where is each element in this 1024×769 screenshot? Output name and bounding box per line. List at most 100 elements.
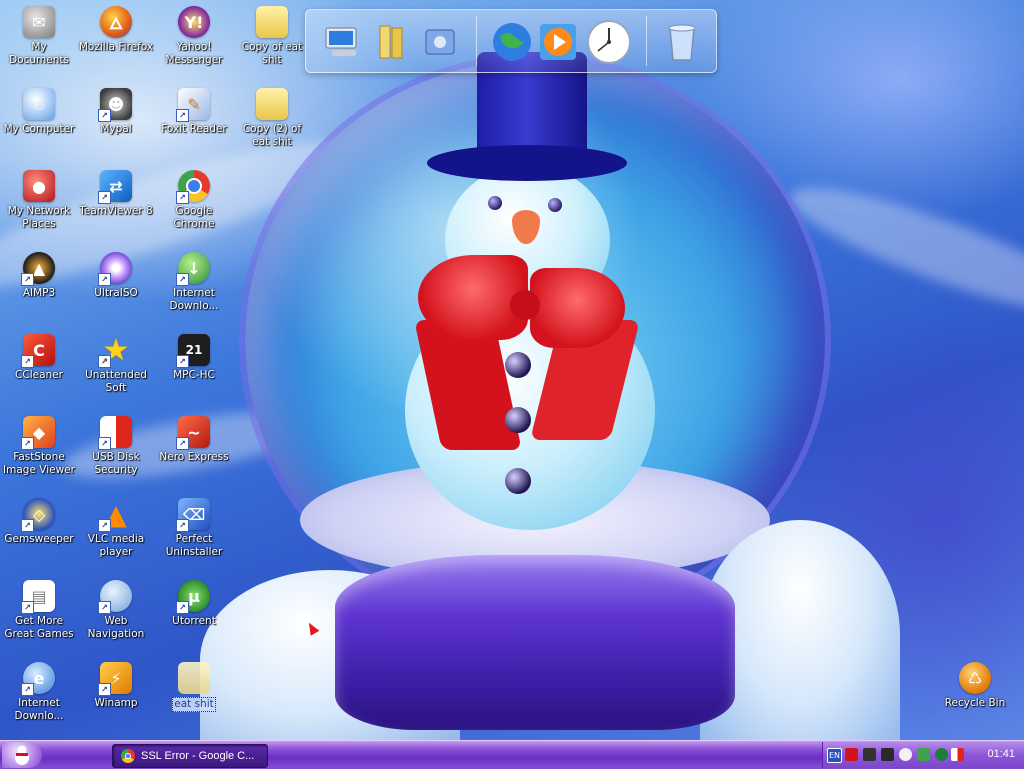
desktop-icon-aimp3[interactable]: ▲ ↗ AIMP3 [0,250,78,300]
desktop-icon-mpc-hc[interactable]: 21 ↗ MPC-HC [155,332,233,382]
icon-label: Winamp [94,697,138,709]
start-snowman-icon [15,745,29,765]
desktop-icon-get-more-games[interactable]: ▤ ↗ Get More Great Games [0,578,78,641]
desktop-icon-foxit-reader[interactable]: ✎ ↗ Foxit Reader [155,86,233,136]
folder-icon [256,88,288,120]
snowman-button [505,407,531,433]
dock-my-computer[interactable] [320,20,364,64]
vlc-icon: ▲ ↗ [98,498,132,532]
icon-label: Mypal [100,123,132,135]
desktop-icon-recycle-bin[interactable]: ♺ Recycle Bin [936,660,1014,710]
snowman-eye [548,198,562,212]
dock-separator [646,16,647,66]
taskbar: SSL Error - Google C... EN 01:41 [0,740,1024,769]
desktop-icon-yahoo-messenger[interactable]: Y! Yahoo! Messenger [155,4,233,67]
uninstaller-icon: ⌫ ↗ [176,498,210,532]
desktop-icon-firefox[interactable]: 🜂 Mozilla Firefox [77,4,155,54]
icon-label: My Network Places [7,205,71,230]
bow-knot [510,290,540,320]
documents-icon [379,25,403,59]
language-indicator[interactable]: EN [827,748,842,763]
security-tray-icon[interactable] [935,748,948,761]
desktop-icon-faststone[interactable]: ◆ ↗ FastStone Image Viewer [0,414,78,477]
desktop-icon-internet-download[interactable]: ↓ ↗ Internet Downlo... [155,250,233,313]
icon-label: eat shit [172,697,216,712]
utorrent-tray-icon[interactable] [917,748,930,761]
desktop-icon-teamviewer[interactable]: ⇄ ↗ TeamViewer 8 [77,168,155,218]
icon-label: FastStone Image Viewer [3,451,75,476]
desktop-icon-vlc[interactable]: ▲ ↗ VLC media player [77,496,155,559]
desktop-icon-ultraiso[interactable]: ↗ UltraISO [77,250,155,300]
download-manager-tray-icon[interactable] [845,748,858,761]
dock-media-player[interactable] [536,20,580,64]
icon-label: Copy of eat shit [241,41,303,66]
desktop-icon-nero-express[interactable]: ~ ↗ Nero Express [155,414,233,464]
dock-separator [476,16,477,66]
desktop-icon-my-documents[interactable]: ✉ My Documents [0,4,78,67]
firefox-icon: 🜂 [100,6,132,38]
recycle-bin-icon: ♺ [959,662,991,694]
ultraiso-icon: ↗ [98,252,132,286]
desktop-icon-my-network-places[interactable]: ● My Network Places [0,168,78,231]
taskbar-window-chrome[interactable]: SSL Error - Google C... [112,744,268,768]
internet-download-manager-icon: e ↗ [21,662,55,696]
desktop-icon-winamp[interactable]: ⚡ ↗ Winamp [77,660,155,710]
icon-label: Mozilla Firefox [78,41,154,53]
quick-launch-dock [305,9,717,73]
icon-label: Gemsweeper [4,533,74,545]
icon-label: Unattended Soft [85,369,147,394]
icon-label: VLC media player [87,533,145,558]
yahoo-messenger-icon: Y! [178,6,210,38]
desktop-icon-copy-2-of-eat-shit[interactable]: Copy (2) of eat shit [233,86,311,149]
icon-label: Get More Great Games [4,615,74,640]
chrome-icon: ↗ [176,170,210,204]
desktop-icon-unattended-soft[interactable]: ★ ↗ Unattended Soft [77,332,155,395]
globe-icon [493,23,531,61]
desktop-icon-google-chrome[interactable]: ↗ Google Chrome [155,168,233,231]
desktop-icon-gemsweeper[interactable]: ◇ ↗ Gemsweeper [0,496,78,546]
desktop-icon-web-navigation[interactable]: ↗ Web Navigation [77,578,155,641]
icon-label: TeamViewer 8 [79,205,153,217]
aimp-icon: ▲ ↗ [21,252,55,286]
my-computer-icon: ☃ [23,88,55,120]
clock-icon [587,20,630,64]
shield-icon: ↗ [98,416,132,450]
games-icon: ▤ ↗ [21,580,55,614]
desktop-icon-mypal[interactable]: ☻ ↗ Mypal [77,86,155,136]
desktop-icon-utorrent[interactable]: µ ↗ Utorrent [155,578,233,628]
globe-base [335,555,735,730]
desktop-icon-eat-shit[interactable]: eat shit [155,660,233,712]
desktop-icon-my-computer[interactable]: ☃ My Computer [0,86,78,136]
dock-globe[interactable] [490,20,534,64]
desktop-icon-ccleaner[interactable]: C ↗ CCleaner [0,332,78,382]
red-bow [530,268,625,348]
icon-label: Internet Downlo... [169,287,219,312]
snowman-button [505,352,531,378]
usb-security-tray-icon[interactable] [951,748,964,761]
folder-icon [178,662,210,694]
start-button[interactable] [2,742,42,768]
desktop-icon-internet-download-2[interactable]: e ↗ Internet Downlo... [0,660,78,723]
icon-label: Internet Downlo... [14,697,64,722]
my-documents-icon: ✉ [23,6,55,38]
winamp-icon: ⚡ ↗ [98,662,132,696]
icon-label: USB Disk Security [92,451,140,476]
icon-label: Google Chrome [173,205,215,230]
faststone-icon: ◆ ↗ [21,416,55,450]
messenger-tray-icon[interactable] [899,748,912,761]
dock-control-panel[interactable] [418,20,462,64]
taskbar-clock[interactable]: 01:41 [987,748,1015,760]
desktop-icon-perfect-uninstaller[interactable]: ⌫ ↗ Perfect Uninstaller [155,496,233,559]
dock-documents[interactable] [370,20,414,64]
media-tray-icon[interactable] [863,748,876,761]
icon-label: UltraISO [94,287,138,299]
snowman-button [505,468,531,494]
dock-trash[interactable] [660,20,704,64]
foxit-reader-icon: ✎ ↗ [176,88,210,122]
dock-clock[interactable] [586,20,630,64]
icon-label: Yahoo! Messenger [165,41,223,66]
network-tray-icon[interactable] [881,748,894,761]
desktop-icon-usb-disk-security[interactable]: ↗ USB Disk Security [77,414,155,477]
desktop-icon-copy-of-eat-shit[interactable]: Copy of eat shit [233,4,311,67]
icon-label: Copy (2) of eat shit [242,123,302,148]
